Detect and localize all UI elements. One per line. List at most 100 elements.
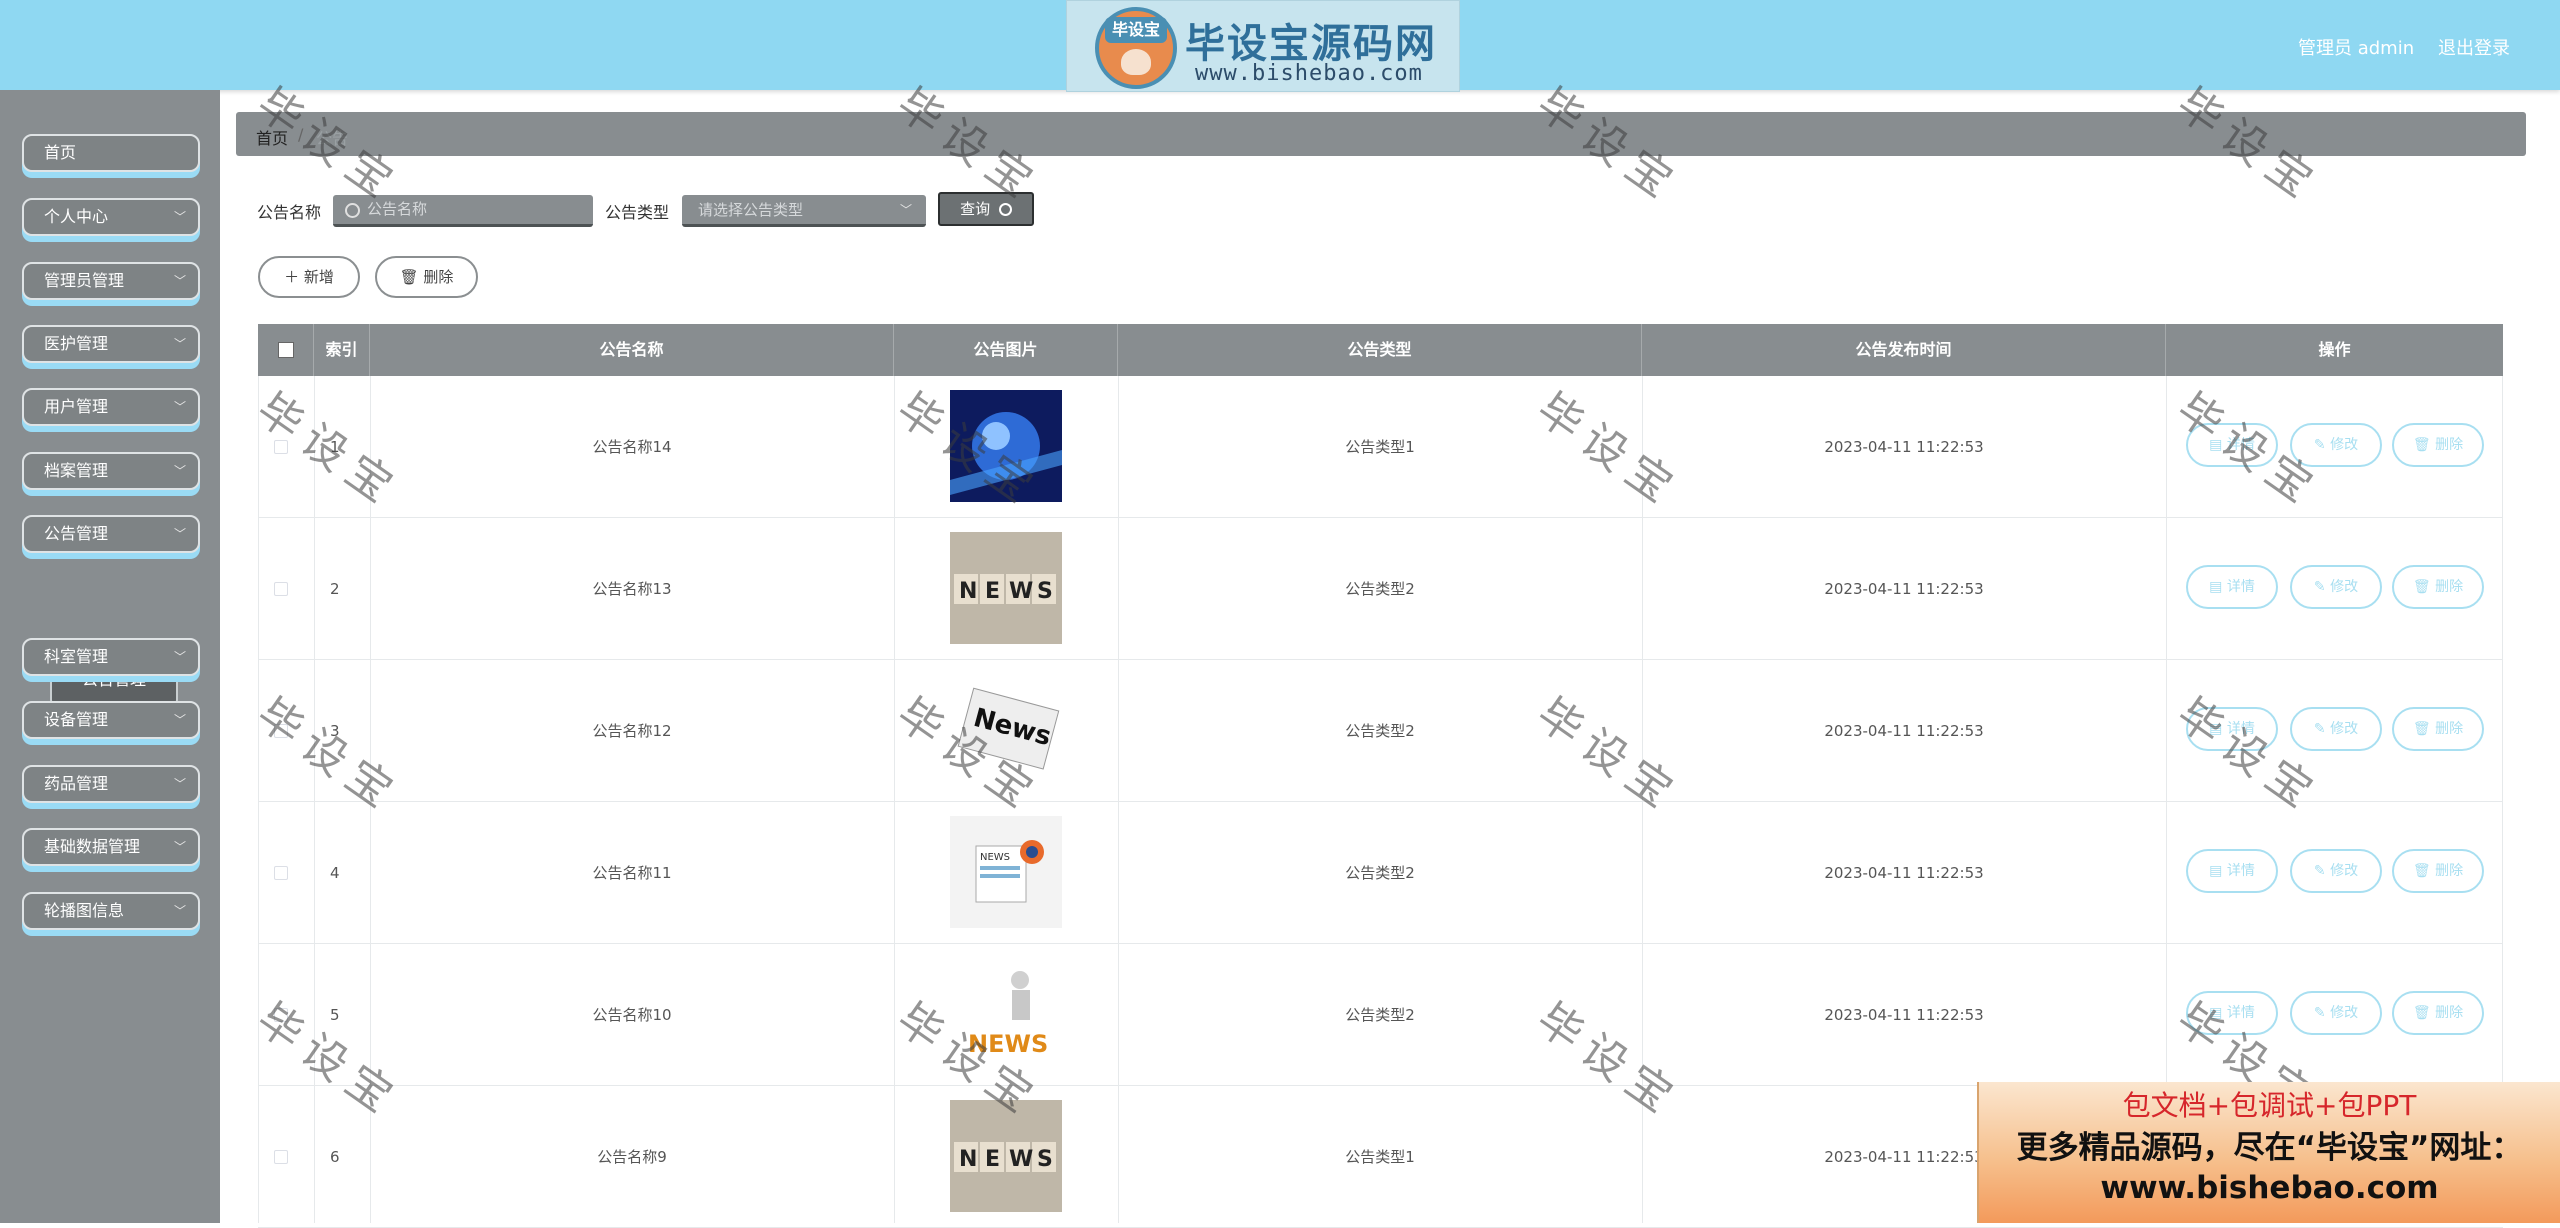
trash-icon: 🗑 [2412, 1005, 2431, 1021]
search-icon [998, 203, 1012, 216]
delete-button[interactable]: 🗑 删除 [2392, 707, 2484, 751]
document-icon: ▤ [2209, 863, 2223, 879]
batch-delete-button[interactable]: 🗑 删除 [375, 256, 478, 298]
document-icon: ▤ [2209, 579, 2223, 595]
query-button[interactable]: 查询 [938, 192, 1034, 226]
column-header-image: 公告图片 [894, 324, 1118, 376]
chevron-down-icon: ﹀ [173, 840, 186, 854]
row-notice-type: 公告类型2 [1345, 580, 1415, 598]
top-header: 毕设宝 毕设宝源码网 www.bishebao.com 管理员 admin 退出… [0, 0, 2560, 92]
logo-seal-icon: 毕设宝 [1095, 7, 1177, 89]
edit-button[interactable]: ✎ 修改 [2290, 991, 2382, 1035]
current-user-label: 管理员 admin [2298, 38, 2415, 59]
detail-button[interactable]: ▤ 详情 [2186, 849, 2278, 893]
sidebar-item-medicine[interactable]: 药品管理 ﹀ [22, 765, 200, 803]
delete-button[interactable]: 🗑 删除 [2392, 565, 2484, 609]
sidebar-item-records[interactable]: 档案管理 ﹀ [22, 452, 200, 490]
trash-icon: 🗑 [399, 268, 419, 286]
row-notice-type: 公告类型2 [1345, 1006, 1415, 1024]
row-index: 4 [330, 864, 340, 882]
column-header-type: 公告类型 [1118, 324, 1642, 376]
row-checkbox[interactable] [274, 1008, 288, 1022]
pencil-icon: ✎ [2313, 863, 2326, 879]
sidebar-item-carousel[interactable]: 轮播图信息 ﹀ [22, 892, 200, 930]
row-publish-time: 2023-04-11 11:22:53 [1824, 722, 1984, 740]
sidebar-item-equipment[interactable]: 设备管理 ﹀ [22, 701, 200, 739]
row-checkbox[interactable] [274, 440, 288, 454]
select-all-column [258, 324, 314, 376]
breadcrumb-home[interactable]: 首页 [256, 125, 288, 149]
sidebar-item-base-data[interactable]: 基础数据管理 ﹀ [22, 828, 200, 866]
breadcrumb-separator: / [298, 125, 304, 144]
sidebar-item-personal-center[interactable]: 个人中心 ﹀ [22, 198, 200, 236]
delete-button[interactable]: 🗑 删除 [2392, 991, 2484, 1035]
sidebar-item-department[interactable]: 科室管理 ﹀ [22, 638, 200, 676]
row-index: 1 [330, 438, 340, 456]
notice-type-select[interactable]: 请选择公告类型 ﹀ [682, 195, 926, 227]
sidebar-item-notice-management[interactable]: 公告管理 ﹀ [22, 515, 200, 553]
site-logo: 毕设宝 毕设宝源码网 www.bishebao.com [1066, 0, 1460, 92]
detail-button[interactable]: ▤ 详情 [2186, 991, 2278, 1035]
notice-image: NEWS [950, 816, 1062, 928]
notice-type-label: 公告类型 [605, 203, 670, 222]
trash-icon: 🗑 [2412, 863, 2431, 879]
add-button[interactable]: ＋ 新增 [258, 256, 360, 298]
row-notice-name: 公告名称13 [592, 580, 672, 598]
logo-url: www.bishebao.com [1195, 61, 1423, 86]
detail-button[interactable]: ▤ 详情 [2186, 565, 2278, 609]
row-notice-name: 公告名称10 [592, 1006, 672, 1024]
column-header-name: 公告名称 [370, 324, 894, 376]
chevron-down-icon: ﹀ [173, 777, 186, 791]
table-row: 2 公告名称13 N E W S 公告类型2 2023-04-11 11:22:53 ▤ 详情 ✎… [258, 518, 2503, 660]
row-index: 2 [330, 580, 340, 598]
row-checkbox[interactable] [274, 724, 288, 738]
delete-button[interactable]: 🗑 删除 [2392, 423, 2484, 467]
search-icon [345, 203, 360, 218]
row-index: 5 [330, 1006, 340, 1024]
svg-text:E: E [985, 579, 1000, 604]
sidebar-item-medical-staff[interactable]: 医护管理 ﹀ [22, 325, 200, 363]
detail-button[interactable]: ▤ 详情 [2186, 423, 2278, 467]
promo-line-3: www.bishebao.com [2100, 1170, 2439, 1206]
edit-button[interactable]: ✎ 修改 [2290, 423, 2382, 467]
row-publish-time: 2023-04-11 11:22:53 [1824, 864, 1984, 882]
table-header: 索引 公告名称 公告图片 公告类型 公告发布时间 操作 [258, 324, 2503, 376]
row-notice-type: 公告类型2 [1345, 722, 1415, 740]
promo-banner: 包文档+包调试+包PPT 更多精品源码，尽在“毕设宝”网址： www.bishe… [1977, 1082, 2560, 1223]
pencil-icon: ✎ [2313, 579, 2326, 595]
delete-button[interactable]: 🗑 删除 [2392, 849, 2484, 893]
row-checkbox[interactable] [274, 866, 288, 880]
chevron-down-icon: ﹀ [173, 527, 186, 541]
select-all-checkbox[interactable] [278, 342, 294, 358]
sidebar-item-user-management[interactable]: 用户管理 ﹀ [22, 388, 200, 426]
svg-text:W: W [1009, 1147, 1033, 1172]
chevron-down-icon: ﹀ [173, 337, 186, 351]
detail-button[interactable]: ▤ 详情 [2186, 707, 2278, 751]
logout-link[interactable]: 退出登录 [2438, 34, 2510, 60]
plus-icon: ＋ [284, 268, 300, 286]
document-icon: ▤ [2209, 437, 2223, 453]
sidebar-item-admin-management[interactable]: 管理员管理 ﹀ [22, 262, 200, 300]
chevron-down-icon: ﹀ [173, 904, 186, 918]
row-publish-time: 2023-04-11 11:22:53 [1824, 580, 1984, 598]
row-notice-name: 公告名称12 [592, 722, 672, 740]
column-header-index: 索引 [314, 324, 370, 376]
chevron-down-icon: ﹀ [173, 650, 186, 664]
edit-button[interactable]: ✎ 修改 [2290, 849, 2382, 893]
breadcrumb-current: 公告 [316, 129, 349, 148]
table-row: 1 公告名称14 公告类型1 2023-04-11 11:22:53 ▤ 详情 ✎ 修改 🗑… [258, 376, 2503, 518]
svg-text:NEWS: NEWS [968, 1030, 1048, 1058]
chevron-down-icon: ﹀ [173, 210, 186, 224]
notice-name-input[interactable] [333, 195, 593, 227]
edit-button[interactable]: ✎ 修改 [2290, 565, 2382, 609]
edit-button[interactable]: ✎ 修改 [2290, 707, 2382, 751]
row-checkbox[interactable] [274, 582, 288, 596]
row-publish-time: 2023-04-11 11:22:53 [1824, 438, 1984, 456]
document-icon: ▤ [2209, 721, 2223, 737]
document-icon: ▤ [2209, 1005, 2223, 1021]
promo-line-1: 包文档+包调试+包PPT [2122, 1089, 2417, 1122]
row-checkbox[interactable] [274, 1150, 288, 1164]
trash-icon: 🗑 [2412, 721, 2431, 737]
chevron-down-icon: ﹀ [173, 464, 186, 478]
sidebar-item-home[interactable]: 首页 [22, 134, 200, 172]
